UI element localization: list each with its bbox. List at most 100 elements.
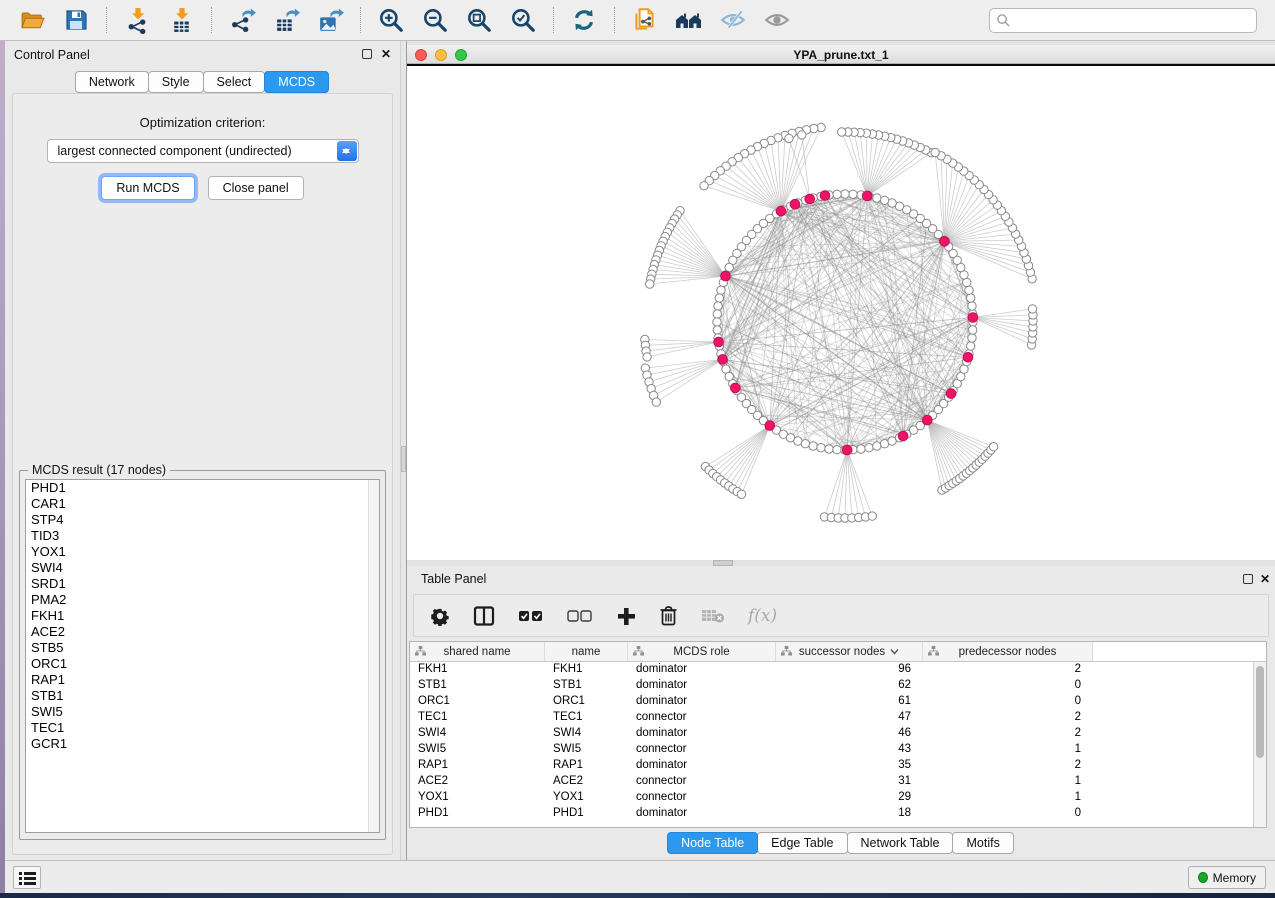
mcds-result-item[interactable]: SRD1 xyxy=(26,576,379,592)
mcds-result-item[interactable]: SWI5 xyxy=(26,704,379,720)
search-input[interactable] xyxy=(989,8,1257,33)
task-history-button[interactable] xyxy=(13,866,41,889)
mcds-result-item[interactable]: YOX1 xyxy=(26,544,379,560)
tab-node-table[interactable]: Node Table xyxy=(667,832,758,854)
add-column-icon[interactable] xyxy=(616,606,636,626)
vertical-splitter-handle[interactable] xyxy=(401,446,406,472)
zoom-in-icon[interactable] xyxy=(376,5,406,35)
table-row[interactable]: PHD1PHD1dominator180 xyxy=(410,806,1266,822)
table-row[interactable]: ORC1ORC1dominator610 xyxy=(410,694,1266,710)
main-toolbar xyxy=(0,0,1275,41)
mcds-result-item[interactable]: STB5 xyxy=(26,640,379,656)
column-label: successor nodes xyxy=(799,646,885,658)
network-canvas[interactable] xyxy=(407,64,1275,560)
mcds-list-scrollbar[interactable] xyxy=(368,480,379,832)
toolbar-separator xyxy=(106,7,107,33)
app-window: Control Panel ✕ NetworkStyleSelectMCDS O… xyxy=(5,41,1275,893)
mcds-result-item[interactable]: SWI4 xyxy=(26,560,379,576)
import-network-icon[interactable] xyxy=(122,5,152,35)
table-cell: ORC1 xyxy=(545,694,628,710)
vertical-splitter[interactable] xyxy=(400,41,407,860)
mcds-result-item[interactable]: FKH1 xyxy=(26,608,379,624)
table-cell: dominator xyxy=(628,726,776,742)
export-network-icon[interactable] xyxy=(227,5,257,35)
tab-edge-table[interactable]: Edge Table xyxy=(757,832,847,854)
table-row[interactable]: FKH1FKH1dominator962 xyxy=(410,662,1266,678)
table-cell: ORC1 xyxy=(410,694,545,710)
table-panel: Table Panel ✕ f(x) shared namenameMCDS r… xyxy=(407,566,1275,858)
table-cell: 1 xyxy=(923,742,1093,758)
mcds-result-item[interactable]: CAR1 xyxy=(26,496,379,512)
column-header-successor-nodes[interactable]: successor nodes xyxy=(776,642,923,661)
trash-icon[interactable] xyxy=(659,605,678,626)
memory-status-icon xyxy=(1198,872,1208,883)
save-session-icon[interactable] xyxy=(61,5,91,35)
table-scrollbar-thumb[interactable] xyxy=(1256,666,1264,758)
mcds-result-item[interactable]: TEC1 xyxy=(26,720,379,736)
show-all-icon[interactable] xyxy=(762,5,792,35)
table-row[interactable]: TEC1TEC1connector472 xyxy=(410,710,1266,726)
mcds-result-item[interactable]: PMA2 xyxy=(26,592,379,608)
float-table-panel-icon[interactable] xyxy=(1243,574,1253,584)
close-panel-button[interactable]: Close panel xyxy=(208,176,304,200)
tab-select[interactable]: Select xyxy=(203,71,266,93)
table-row[interactable]: STB1STB1dominator620 xyxy=(410,678,1266,694)
table-row[interactable]: SWI4SWI4dominator462 xyxy=(410,726,1266,742)
mcds-result-item[interactable]: RAP1 xyxy=(26,672,379,688)
mcds-result-item[interactable]: GCR1 xyxy=(26,736,379,752)
zoom-selected-icon[interactable] xyxy=(508,5,538,35)
table-row[interactable]: ACE2ACE2connector311 xyxy=(410,774,1266,790)
mcds-result-item[interactable]: TID3 xyxy=(26,528,379,544)
table-row[interactable]: RAP1RAP1dominator352 xyxy=(410,758,1266,774)
column-header-name[interactable]: name xyxy=(545,642,628,661)
table-scrollbar[interactable] xyxy=(1253,662,1266,827)
hide-selected-icon[interactable] xyxy=(718,5,748,35)
tab-network[interactable]: Network xyxy=(75,71,149,93)
run-mcds-button[interactable]: Run MCDS xyxy=(101,176,194,200)
tab-network-table[interactable]: Network Table xyxy=(847,832,954,854)
mcds-result-item[interactable]: ACE2 xyxy=(26,624,379,640)
table-row[interactable]: YOX1YOX1connector291 xyxy=(410,790,1266,806)
deselect-all-icon[interactable] xyxy=(567,608,593,624)
gear-icon[interactable] xyxy=(430,606,450,626)
zoom-out-icon[interactable] xyxy=(420,5,450,35)
float-panel-icon[interactable] xyxy=(362,49,372,59)
export-image-icon[interactable] xyxy=(315,5,345,35)
control-panel: Control Panel ✕ NetworkStyleSelectMCDS O… xyxy=(5,41,400,860)
tab-style[interactable]: Style xyxy=(148,71,204,93)
first-neighbors-icon[interactable] xyxy=(674,5,704,35)
import-table-icon[interactable] xyxy=(166,5,196,35)
close-panel-icon[interactable]: ✕ xyxy=(381,48,391,60)
table-cell: 61 xyxy=(776,694,923,710)
column-header-mcds-role[interactable]: MCDS role xyxy=(628,642,776,661)
table-cell: 0 xyxy=(923,806,1093,822)
tab-motifs[interactable]: Motifs xyxy=(952,832,1013,854)
table-cell: 2 xyxy=(923,662,1093,678)
network-window-titlebar[interactable]: YPA_prune.txt_1 xyxy=(407,45,1275,64)
split-table-icon[interactable] xyxy=(473,606,495,626)
memory-button[interactable]: Memory xyxy=(1188,866,1266,889)
table-cell: 2 xyxy=(923,758,1093,774)
optimization-criterion-select[interactable]: largest connected component (undirected) xyxy=(47,139,359,163)
mcds-result-item[interactable]: STB1 xyxy=(26,688,379,704)
table-cell: 62 xyxy=(776,678,923,694)
control-panel-tabs: NetworkStyleSelectMCDS xyxy=(5,71,400,93)
select-stepper-icon xyxy=(337,141,357,161)
mcds-result-item[interactable]: PHD1 xyxy=(26,480,379,496)
mcds-result-item[interactable]: ORC1 xyxy=(26,656,379,672)
select-all-icon[interactable] xyxy=(518,608,544,624)
mcds-result-title: MCDS result (17 nodes) xyxy=(28,463,170,477)
column-header-shared-name[interactable]: shared name xyxy=(410,642,545,661)
clone-network-icon[interactable] xyxy=(630,5,660,35)
refresh-styles-icon[interactable] xyxy=(569,5,599,35)
tab-mcds[interactable]: MCDS xyxy=(264,71,329,93)
export-table-icon[interactable] xyxy=(271,5,301,35)
table-row[interactable]: SWI5SWI5connector431 xyxy=(410,742,1266,758)
close-table-panel-icon[interactable]: ✕ xyxy=(1260,573,1270,585)
open-file-icon[interactable] xyxy=(17,5,47,35)
mcds-result-item[interactable]: STP4 xyxy=(26,512,379,528)
mcds-result-list[interactable]: PHD1CAR1STP4TID3YOX1SWI4SRD1PMA2FKH1ACE2… xyxy=(25,479,380,833)
toolbar-separator xyxy=(553,7,554,33)
column-header-predecessor-nodes[interactable]: predecessor nodes xyxy=(923,642,1093,661)
zoom-fit-icon[interactable] xyxy=(464,5,494,35)
